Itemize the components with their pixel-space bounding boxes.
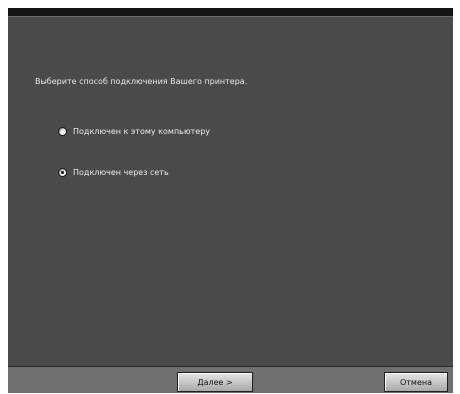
radio-button-selected-icon[interactable] bbox=[58, 167, 67, 177]
option-label: Подключен к этому компьютеру bbox=[73, 126, 211, 136]
button-bar: Далее > Отмена bbox=[8, 366, 453, 393]
option-local-computer[interactable]: Подключен к этому компьютеру bbox=[58, 125, 210, 137]
next-button-label: Далее > bbox=[197, 377, 233, 387]
next-button[interactable]: Далее > bbox=[177, 372, 253, 392]
cancel-button[interactable]: Отмена bbox=[384, 372, 448, 392]
connection-prompt: Выберите способ подключения Вашего принт… bbox=[35, 77, 248, 86]
option-label: Подключен через сеть bbox=[73, 167, 169, 177]
cancel-button-label: Отмена bbox=[399, 377, 433, 387]
title-bar bbox=[8, 8, 453, 16]
content-area: Выберите способ подключения Вашего принт… bbox=[8, 17, 453, 366]
installer-window: Выберите способ подключения Вашего принт… bbox=[8, 8, 453, 393]
option-network[interactable]: Подключен через сеть bbox=[58, 166, 169, 178]
radio-button-icon[interactable] bbox=[58, 126, 67, 136]
